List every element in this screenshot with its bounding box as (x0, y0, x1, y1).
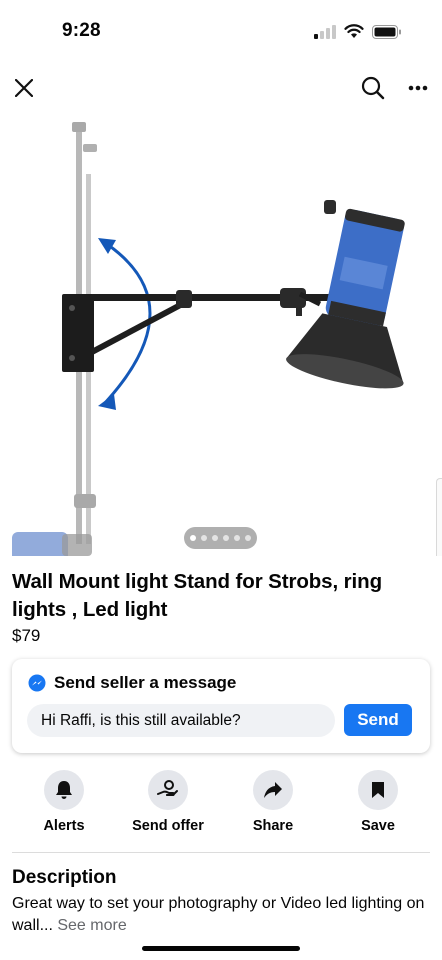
listing-price: $79 (12, 626, 41, 645)
action-row: Alerts Send offer Share Save (0, 770, 442, 838)
photo-pager[interactable] (184, 527, 257, 549)
listing-title: Wall Mount light Stand for Strobs, ring … (12, 570, 382, 621)
see-more-link[interactable]: See more (57, 917, 126, 934)
bell-icon (56, 781, 72, 799)
share-label: Share (252, 818, 294, 834)
message-card-header: Send seller a message (28, 673, 236, 693)
save-label: Save (361, 818, 395, 834)
home-indicator[interactable] (142, 946, 300, 951)
send-offer-icon-circle (148, 770, 188, 810)
share-icon-circle (253, 770, 293, 810)
pager-dot (234, 535, 240, 541)
description-heading: Description (12, 867, 117, 888)
product-photo[interactable] (0, 114, 442, 556)
signal-icon (314, 24, 336, 39)
more-icon (408, 85, 428, 91)
battery-icon (372, 24, 401, 39)
pager-dot (212, 535, 218, 541)
pager-dot (223, 535, 229, 541)
send-button[interactable]: Send (344, 704, 412, 736)
share-icon (264, 782, 282, 798)
next-photo-peek[interactable] (436, 478, 442, 556)
message-input[interactable]: Hi Raffi, is this still available? (27, 704, 335, 737)
send-offer-label: Send offer (132, 818, 204, 834)
close-icon (15, 79, 33, 97)
offer-icon (157, 780, 178, 796)
bookmark-icon (372, 782, 384, 798)
wifi-icon (344, 24, 364, 38)
share-button[interactable]: Share (223, 770, 323, 834)
status-time: 9:28 (62, 20, 101, 41)
wall-mount-light-image (12, 122, 405, 556)
status-bar: 9:28 (0, 0, 442, 64)
pager-dot (201, 535, 207, 541)
message-seller-card: Send seller a message Hi Raffi, is this … (12, 659, 430, 753)
search-button[interactable] (356, 70, 390, 106)
save-icon-circle (358, 770, 398, 810)
search-icon (361, 76, 385, 100)
pager-dot-active (190, 535, 196, 541)
alerts-label: Alerts (43, 818, 85, 834)
close-button[interactable] (8, 70, 40, 106)
status-icons (314, 24, 402, 39)
message-card-title: Send seller a message (54, 673, 237, 692)
more-button[interactable] (398, 70, 438, 106)
top-bar (0, 64, 442, 114)
messenger-icon (28, 674, 46, 692)
send-offer-button[interactable]: Send offer (118, 770, 218, 834)
alerts-button[interactable]: Alerts (14, 770, 114, 834)
save-button[interactable]: Save (328, 770, 428, 834)
section-divider (12, 852, 430, 853)
alerts-icon-circle (44, 770, 84, 810)
description-text: Great way to set your photography or Vid… (12, 893, 430, 937)
pager-dot (245, 535, 251, 541)
